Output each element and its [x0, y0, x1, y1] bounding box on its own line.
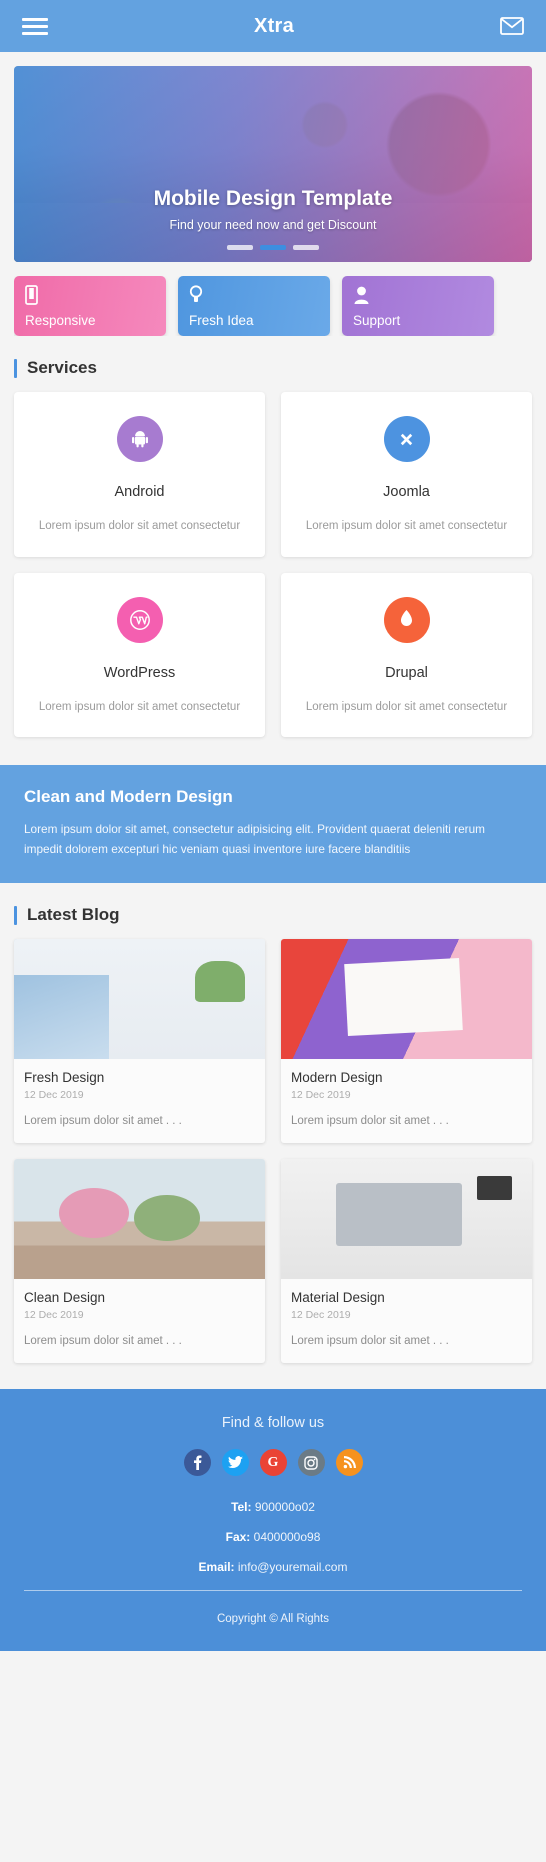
- promo-banner: Clean and Modern Design Lorem ipsum dolo…: [0, 765, 546, 884]
- wordpress-icon: [116, 596, 163, 643]
- blog-thumbnail-image: [281, 1159, 532, 1280]
- blog-excerpt: Lorem ipsum dolor sit amet . . .: [24, 1115, 182, 1128]
- mobile-icon: [25, 285, 155, 305]
- fax-label: Fax:: [225, 1530, 251, 1545]
- service-desc: Lorem ipsum dolor sit amet consectetur: [38, 700, 241, 713]
- footer-email: Email: info@youremail.com: [20, 1560, 526, 1574]
- service-card-joomla[interactable]: Joomla Lorem ipsum dolor sit amet consec…: [281, 392, 532, 557]
- drupal-icon: [383, 596, 430, 643]
- app-header: Xtra: [0, 0, 546, 52]
- follow-us-title: Find & follow us: [221, 1415, 325, 1432]
- hero-subtitle: Find your need now and get Discount: [169, 218, 377, 232]
- google-icon[interactable]: G: [259, 1449, 287, 1477]
- email-label: Email:: [198, 1560, 235, 1575]
- tel-value: 900000o02: [254, 1500, 315, 1515]
- blog-date: 12 Dec 2019: [24, 1309, 84, 1322]
- service-name: WordPress: [103, 664, 176, 681]
- blog-excerpt: Lorem ipsum dolor sit amet . . .: [24, 1335, 182, 1348]
- blog-heading: Latest Blog: [14, 905, 532, 925]
- twitter-icon[interactable]: [221, 1449, 249, 1477]
- blog-excerpt: Lorem ipsum dolor sit amet . . .: [291, 1115, 449, 1128]
- services-heading: Services: [14, 358, 532, 378]
- hero-carousel[interactable]: Mobile Design Template Find your need no…: [14, 66, 532, 262]
- blog-card[interactable]: Clean Design 12 Dec 2019 Lorem ipsum dol…: [14, 1159, 265, 1364]
- blog-title: Fresh Design: [24, 1070, 105, 1086]
- blog-grid: Fresh Design 12 Dec 2019 Lorem ipsum dol…: [14, 939, 532, 1364]
- carousel-dot-1[interactable]: [227, 245, 253, 250]
- service-desc: Lorem ipsum dolor sit amet consectetur: [305, 700, 508, 713]
- service-card-drupal[interactable]: Drupal Lorem ipsum dolor sit amet consec…: [281, 572, 532, 738]
- service-desc: Lorem ipsum dolor sit amet consectetur: [305, 520, 508, 532]
- blog-card[interactable]: Material Design 12 Dec 2019 Lorem ipsum …: [281, 1159, 532, 1364]
- services-grid: Android Lorem ipsum dolor sit amet conse…: [14, 392, 532, 738]
- service-card-wordpress[interactable]: WordPress Lorem ipsum dolor sit amet con…: [14, 572, 265, 738]
- service-name: Android: [114, 484, 165, 500]
- feature-card-support[interactable]: Support: [342, 276, 494, 336]
- tel-label: Tel:: [231, 1500, 252, 1515]
- carousel-dot-3[interactable]: [293, 245, 319, 250]
- banner-title: Clean and Modern Design: [24, 787, 233, 807]
- joomla-icon: [383, 416, 430, 462]
- blog-title: Material Design: [291, 1290, 385, 1306]
- rss-icon[interactable]: [335, 1449, 363, 1477]
- service-desc: Lorem ipsum dolor sit amet consectetur: [38, 520, 241, 532]
- hero-title: Mobile Design Template: [153, 187, 393, 210]
- feature-card-responsive[interactable]: Responsive: [14, 276, 166, 336]
- carousel-dot-2-active[interactable]: [260, 245, 286, 250]
- lightbulb-icon: [189, 285, 319, 305]
- page-title: Xtra: [253, 14, 295, 37]
- footer-fax: Fax: 0400000o98: [20, 1530, 526, 1544]
- feature-label: Fresh Idea: [189, 313, 254, 328]
- facebook-icon[interactable]: [183, 1449, 211, 1477]
- envelope-icon[interactable]: [500, 17, 524, 35]
- banner-text: Lorem ipsum dolor sit amet, consectetur …: [24, 822, 485, 856]
- blog-thumbnail-image: [281, 939, 532, 1060]
- feature-label: Support: [353, 313, 401, 328]
- feature-strip: Responsive Fresh Idea Support: [14, 276, 532, 336]
- blog-thumbnail-image: [14, 939, 265, 1060]
- site-footer: Find & follow us G Tel: 900000o02 Fax: 0…: [0, 1389, 546, 1652]
- blog-card[interactable]: Fresh Design 12 Dec 2019 Lorem ipsum dol…: [14, 939, 265, 1144]
- hamburger-icon[interactable]: [22, 17, 48, 35]
- blog-card[interactable]: Modern Design 12 Dec 2019 Lorem ipsum do…: [281, 939, 532, 1144]
- blog-title: Modern Design: [291, 1070, 383, 1086]
- blog-excerpt: Lorem ipsum dolor sit amet . . .: [291, 1335, 449, 1348]
- blog-date: 12 Dec 2019: [291, 1089, 351, 1102]
- blog-thumbnail-image: [14, 1159, 265, 1280]
- hero-text: Mobile Design Template Find your need no…: [14, 187, 532, 232]
- carousel-dots[interactable]: [14, 245, 532, 250]
- copyright-text: Copyright © All Rights: [216, 1613, 330, 1626]
- service-name: Drupal: [385, 664, 428, 681]
- footer-tel: Tel: 900000o02: [20, 1500, 526, 1514]
- fax-value: 0400000o98: [253, 1530, 321, 1545]
- user-icon: [353, 285, 483, 305]
- service-name: Joomla: [383, 484, 430, 500]
- blog-date: 12 Dec 2019: [24, 1089, 84, 1102]
- service-card-android[interactable]: Android Lorem ipsum dolor sit amet conse…: [14, 392, 265, 557]
- footer-divider: [24, 1590, 522, 1592]
- email-value[interactable]: info@youremail.com: [238, 1560, 348, 1574]
- hero-gradient-overlay: [14, 66, 532, 262]
- blog-title: Clean Design: [24, 1290, 106, 1306]
- social-links: G: [20, 1449, 526, 1477]
- feature-label: Responsive: [25, 313, 96, 328]
- blog-date: 12 Dec 2019: [291, 1309, 351, 1322]
- android-icon: [116, 416, 163, 462]
- instagram-icon[interactable]: [297, 1449, 325, 1477]
- feature-card-fresh-idea[interactable]: Fresh Idea: [178, 276, 330, 336]
